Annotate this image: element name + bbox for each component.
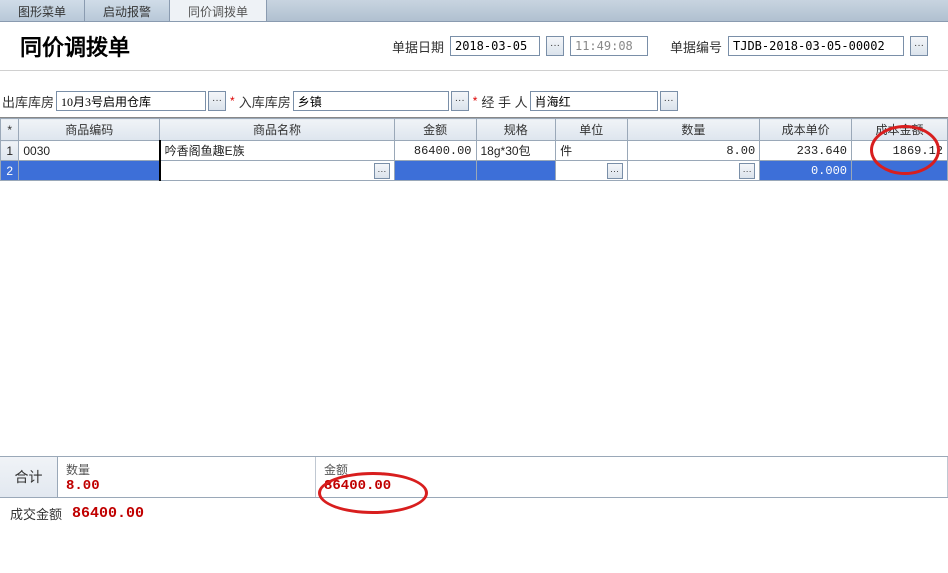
summary-qty-value: 8.00 [66, 478, 307, 494]
summary-row: 合计 数量 8.00 金额 86400.00 [0, 456, 948, 498]
date-label: 单据日期 [392, 37, 444, 56]
docno-picker-btn[interactable]: ··· [910, 36, 928, 56]
summary-amount: 金额 86400.00 [316, 457, 948, 497]
out-warehouse-picker[interactable]: ··· [208, 91, 226, 111]
data-grid: * 商品编码 商品名称 金额 规格 单位 数量 成本单价 成本金额 1 0030… [0, 117, 948, 456]
out-warehouse-label: 出库库房 [2, 92, 54, 111]
handler-label: 经 手 人 [481, 92, 527, 111]
in-warehouse-input[interactable] [293, 91, 449, 111]
cell-lookup-btn[interactable]: ··· [739, 163, 755, 179]
required-star-2: * [473, 94, 478, 108]
summary-qty-label: 数量 [66, 461, 307, 478]
out-warehouse-input[interactable] [56, 91, 206, 111]
cell-qty[interactable]: 8.00 [627, 141, 760, 161]
table-row[interactable]: 1 0030 吟香阁鱼趣E族 86400.00 18g*30包 件 8.00 2… [1, 141, 948, 161]
deal-amount-value: 86400.00 [72, 505, 144, 522]
summary-amount-value: 86400.00 [324, 478, 939, 494]
cell-amount[interactable] [394, 161, 476, 181]
filter-row: 出库库房 ··· * 入库库房 ··· * 经 手 人 ··· [0, 70, 948, 117]
table-row[interactable]: 2 ··· ··· ··· 0.000 [1, 161, 948, 181]
grid-empty-area [0, 181, 948, 456]
col-code[interactable]: 商品编码 [19, 119, 160, 141]
date-picker-btn[interactable]: ··· [546, 36, 564, 56]
page-title: 同价调拨单 [20, 30, 130, 62]
required-star: * [230, 94, 235, 108]
cell-unit[interactable]: 件 [556, 141, 627, 161]
cell-cost-amount[interactable] [852, 161, 948, 181]
time-input[interactable] [570, 36, 648, 56]
col-spec[interactable]: 规格 [476, 119, 556, 141]
row-number: 2 [1, 161, 19, 181]
row-number: 1 [1, 141, 19, 161]
cell-code[interactable]: 0030 [19, 141, 160, 161]
cell-spec[interactable] [476, 161, 556, 181]
cell-code[interactable] [19, 161, 160, 181]
cell-unit[interactable]: ··· [556, 161, 627, 181]
cell-lookup-btn[interactable]: ··· [374, 163, 390, 179]
in-warehouse-label: 入库库房 [239, 92, 291, 111]
docno-label: 单据编号 [670, 37, 722, 56]
date-input[interactable] [450, 36, 540, 56]
summary-amount-label: 金额 [324, 461, 939, 478]
col-cost-amount[interactable]: 成本金额 [852, 119, 948, 141]
tabs-bar: 图形菜单 启动报警 同价调拨单 [0, 0, 948, 22]
in-warehouse-picker[interactable]: ··· [451, 91, 469, 111]
cell-name[interactable]: ··· [160, 161, 395, 181]
handler-input[interactable] [530, 91, 658, 111]
cell-name[interactable]: 吟香阁鱼趣E族 [160, 141, 395, 161]
cell-cost-price[interactable]: 233.640 [760, 141, 852, 161]
cell-cost-price[interactable]: 0.000 [760, 161, 852, 181]
cell-lookup-btn[interactable]: ··· [607, 163, 623, 179]
col-cost-price[interactable]: 成本单价 [760, 119, 852, 141]
col-star[interactable]: * [1, 119, 19, 141]
handler-picker[interactable]: ··· [660, 91, 678, 111]
tab-alarm[interactable]: 启动报警 [85, 0, 170, 21]
deal-amount-label: 成交金额 [10, 504, 62, 523]
col-amount[interactable]: 金额 [394, 119, 476, 141]
summary-qty: 数量 8.00 [58, 457, 316, 497]
docno-input[interactable] [728, 36, 904, 56]
bottom-total-row: 成交金额 86400.00 [0, 498, 948, 529]
col-name[interactable]: 商品名称 [160, 119, 395, 141]
cell-spec[interactable]: 18g*30包 [476, 141, 556, 161]
cell-amount[interactable]: 86400.00 [394, 141, 476, 161]
col-unit[interactable]: 单位 [556, 119, 627, 141]
summary-label: 合计 [0, 457, 58, 497]
tab-transfer-doc[interactable]: 同价调拨单 [170, 0, 267, 21]
cell-cost-amount[interactable]: 1869.12 [852, 141, 948, 161]
cell-qty[interactable]: ··· [627, 161, 760, 181]
col-qty[interactable]: 数量 [627, 119, 760, 141]
table-header-row: * 商品编码 商品名称 金额 规格 单位 数量 成本单价 成本金额 [1, 119, 948, 141]
tab-graphic-menu[interactable]: 图形菜单 [0, 0, 85, 21]
title-row: 同价调拨单 单据日期 ··· 单据编号 ··· [0, 22, 948, 70]
